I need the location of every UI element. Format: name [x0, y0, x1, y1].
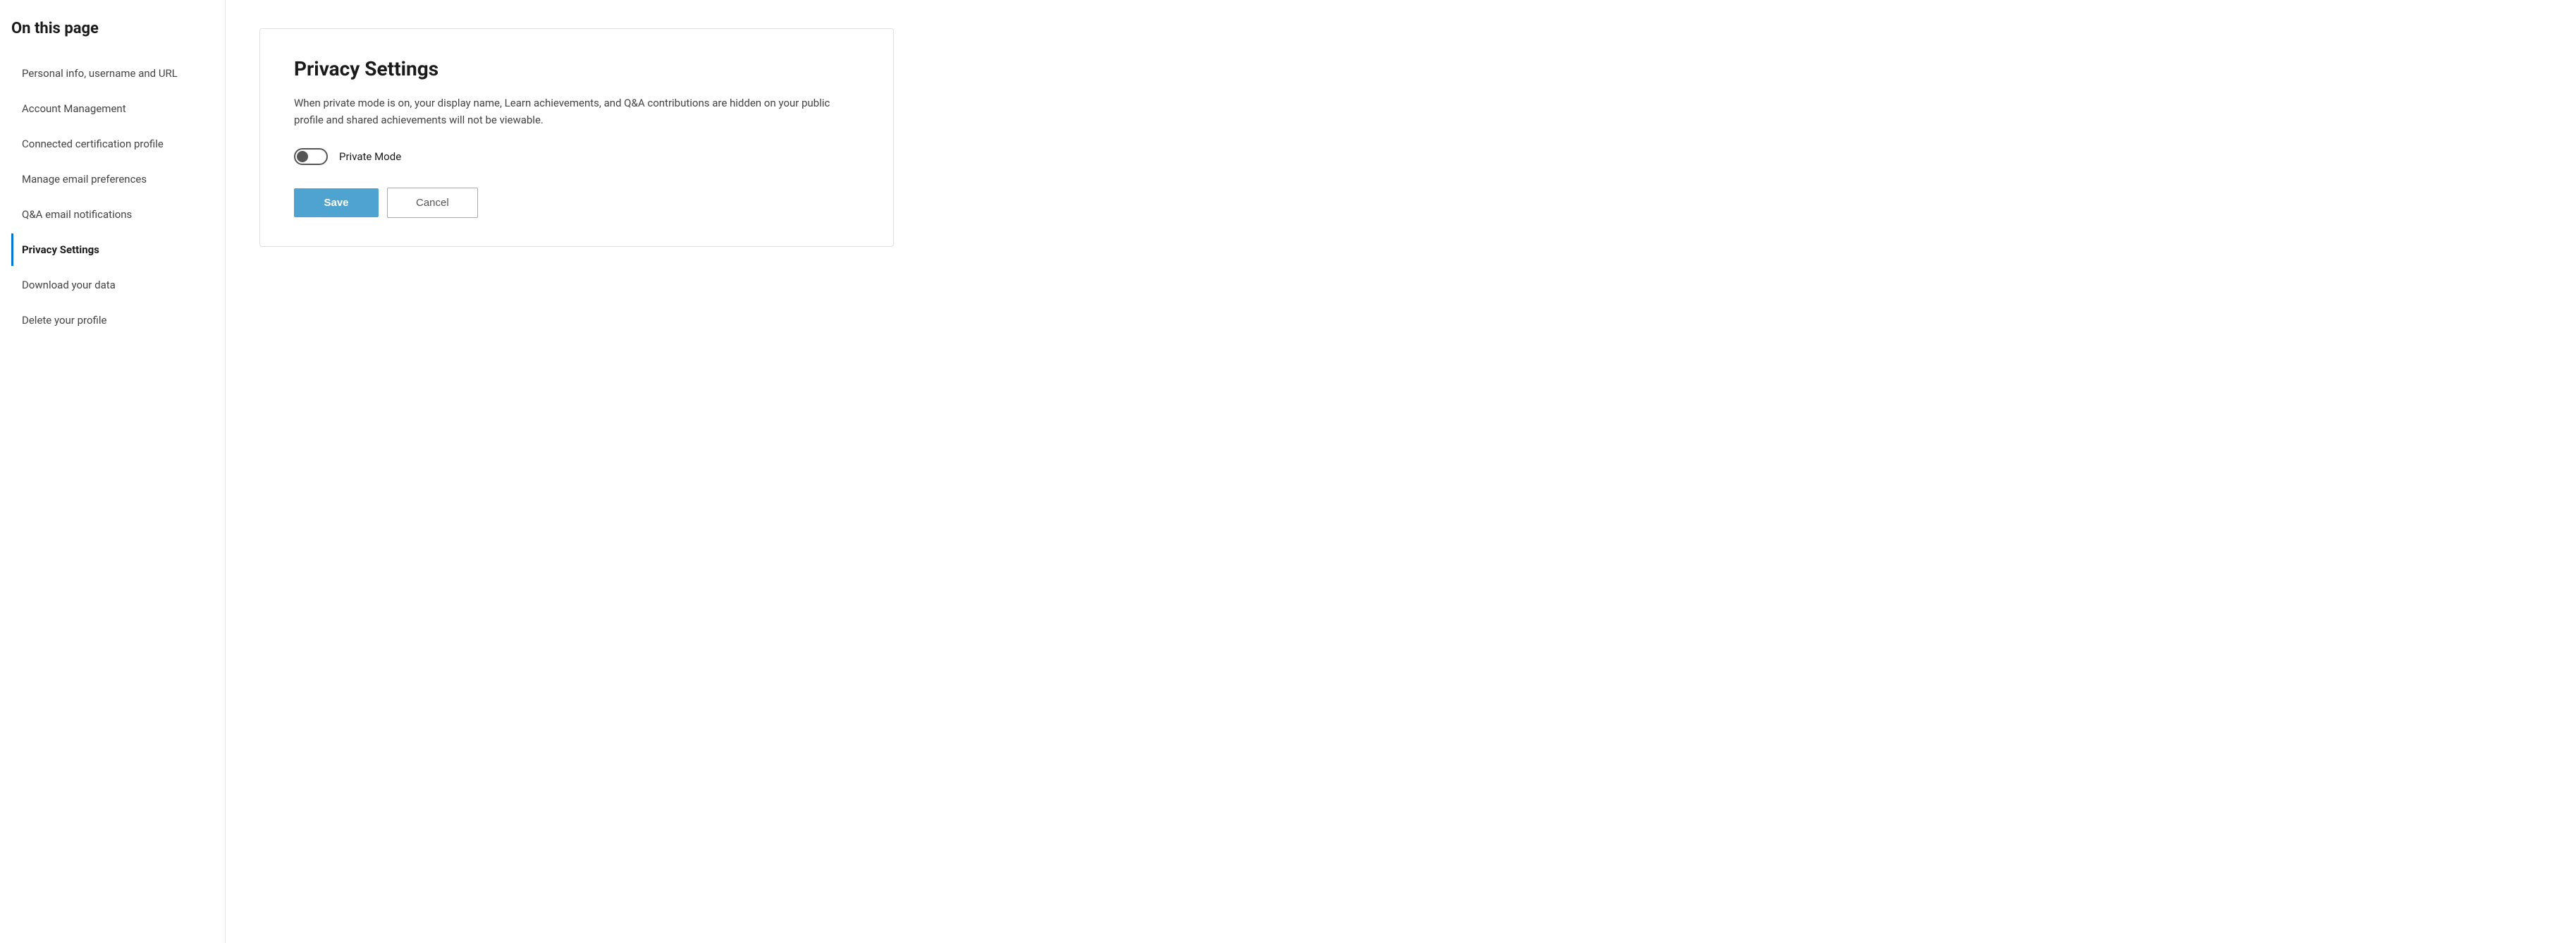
- sidebar-item-manage-email[interactable]: Manage email preferences: [11, 163, 208, 195]
- privacy-settings-card: Privacy Settings When private mode is on…: [259, 28, 894, 247]
- button-row: Save Cancel: [294, 188, 859, 218]
- private-mode-toggle[interactable]: [294, 148, 328, 165]
- save-button[interactable]: Save: [294, 188, 379, 217]
- sidebar-item-delete-profile[interactable]: Delete your profile: [11, 304, 208, 336]
- sidebar-item-qa-email[interactable]: Q&A email notifications: [11, 198, 208, 231]
- toggle-label: Private Mode: [339, 150, 401, 163]
- sidebar-item-personal-info[interactable]: Personal info, username and URL: [11, 57, 208, 90]
- cancel-button[interactable]: Cancel: [387, 188, 478, 218]
- toggle-row: Private Mode: [294, 148, 859, 165]
- section-title: Privacy Settings: [294, 57, 859, 80]
- sidebar-item-account-management[interactable]: Account Management: [11, 92, 208, 125]
- main-content: Privacy Settings When private mode is on…: [226, 0, 987, 943]
- sidebar: On this page Personal info, username and…: [0, 0, 226, 943]
- sidebar-item-download-data[interactable]: Download your data: [11, 269, 208, 301]
- sidebar-title: On this page: [11, 20, 208, 37]
- section-description: When private mode is on, your display na…: [294, 95, 844, 128]
- toggle-track: [294, 148, 328, 165]
- toggle-thumb: [297, 151, 308, 162]
- sidebar-item-privacy-settings[interactable]: Privacy Settings: [11, 233, 208, 266]
- sidebar-item-connected-certification[interactable]: Connected certification profile: [11, 128, 208, 160]
- sidebar-nav: Personal info, username and URLAccount M…: [11, 57, 208, 336]
